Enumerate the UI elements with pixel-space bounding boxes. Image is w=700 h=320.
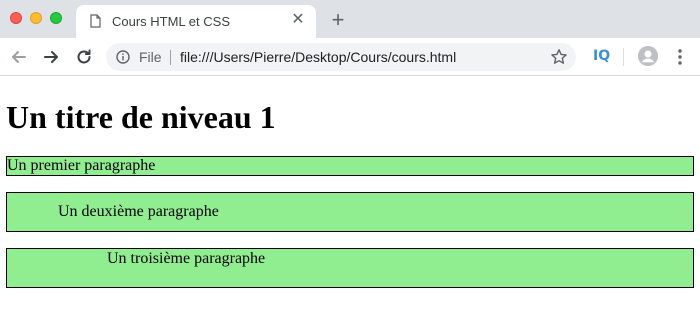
menu-kebab-icon[interactable] <box>676 47 684 67</box>
profile-avatar-icon[interactable] <box>638 46 658 66</box>
back-arrow-icon[interactable] <box>9 47 29 67</box>
new-tab-button[interactable]: + <box>328 9 348 31</box>
info-icon[interactable] <box>116 50 130 64</box>
active-tab[interactable]: Cours HTML et CSS ✕ <box>76 5 316 38</box>
minimize-window-button[interactable] <box>30 12 42 24</box>
close-window-button[interactable] <box>10 12 22 24</box>
url-text[interactable]: file:///Users/Pierre/Desktop/Cours/cours… <box>180 49 456 65</box>
bookmark-star-icon[interactable] <box>550 48 568 66</box>
paragraph-3: Un troisième paragraphe <box>6 248 694 288</box>
address-bar[interactable]: File file:///Users/Pierre/Desktop/Cours/… <box>106 43 576 71</box>
toolbar-divider <box>623 48 624 66</box>
tab-title: Cours HTML et CSS <box>112 14 230 29</box>
close-tab-icon[interactable]: ✕ <box>290 12 306 28</box>
page-heading: Un titre de niveau 1 <box>6 99 276 135</box>
scheme-label: File <box>139 49 162 65</box>
zoom-window-button[interactable] <box>50 12 62 24</box>
tab-strip: Cours HTML et CSS ✕ + <box>0 0 700 38</box>
address-divider <box>170 50 171 65</box>
forward-arrow-icon[interactable] <box>41 47 61 67</box>
page-viewport: Un titre de niveau 1 Un premier paragrap… <box>0 77 700 320</box>
reload-icon[interactable] <box>74 47 94 67</box>
paragraph-2: Un deuxième paragraphe <box>6 192 694 232</box>
document-icon <box>90 14 101 28</box>
paragraph-1: Un premier paragraphe <box>6 156 694 176</box>
extension-iq-icon[interactable]: IQ <box>593 48 610 64</box>
